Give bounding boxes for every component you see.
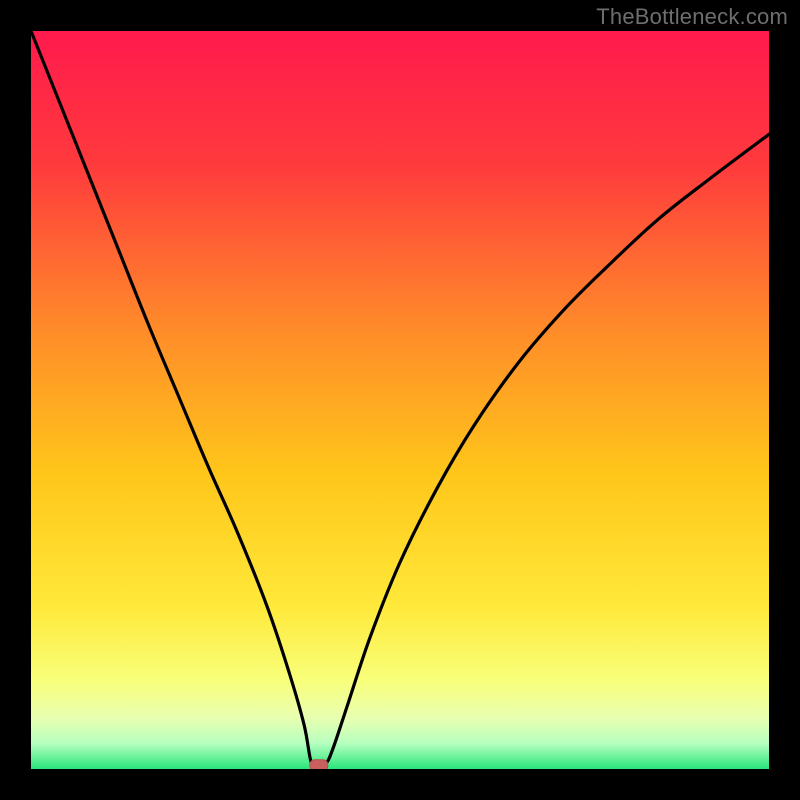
gradient-background [31, 31, 769, 769]
chart-frame: TheBottleneck.com [0, 0, 800, 800]
watermark-text: TheBottleneck.com [596, 4, 788, 30]
chart-svg [31, 31, 769, 769]
plot-area [31, 31, 769, 769]
minimum-marker [310, 760, 328, 769]
